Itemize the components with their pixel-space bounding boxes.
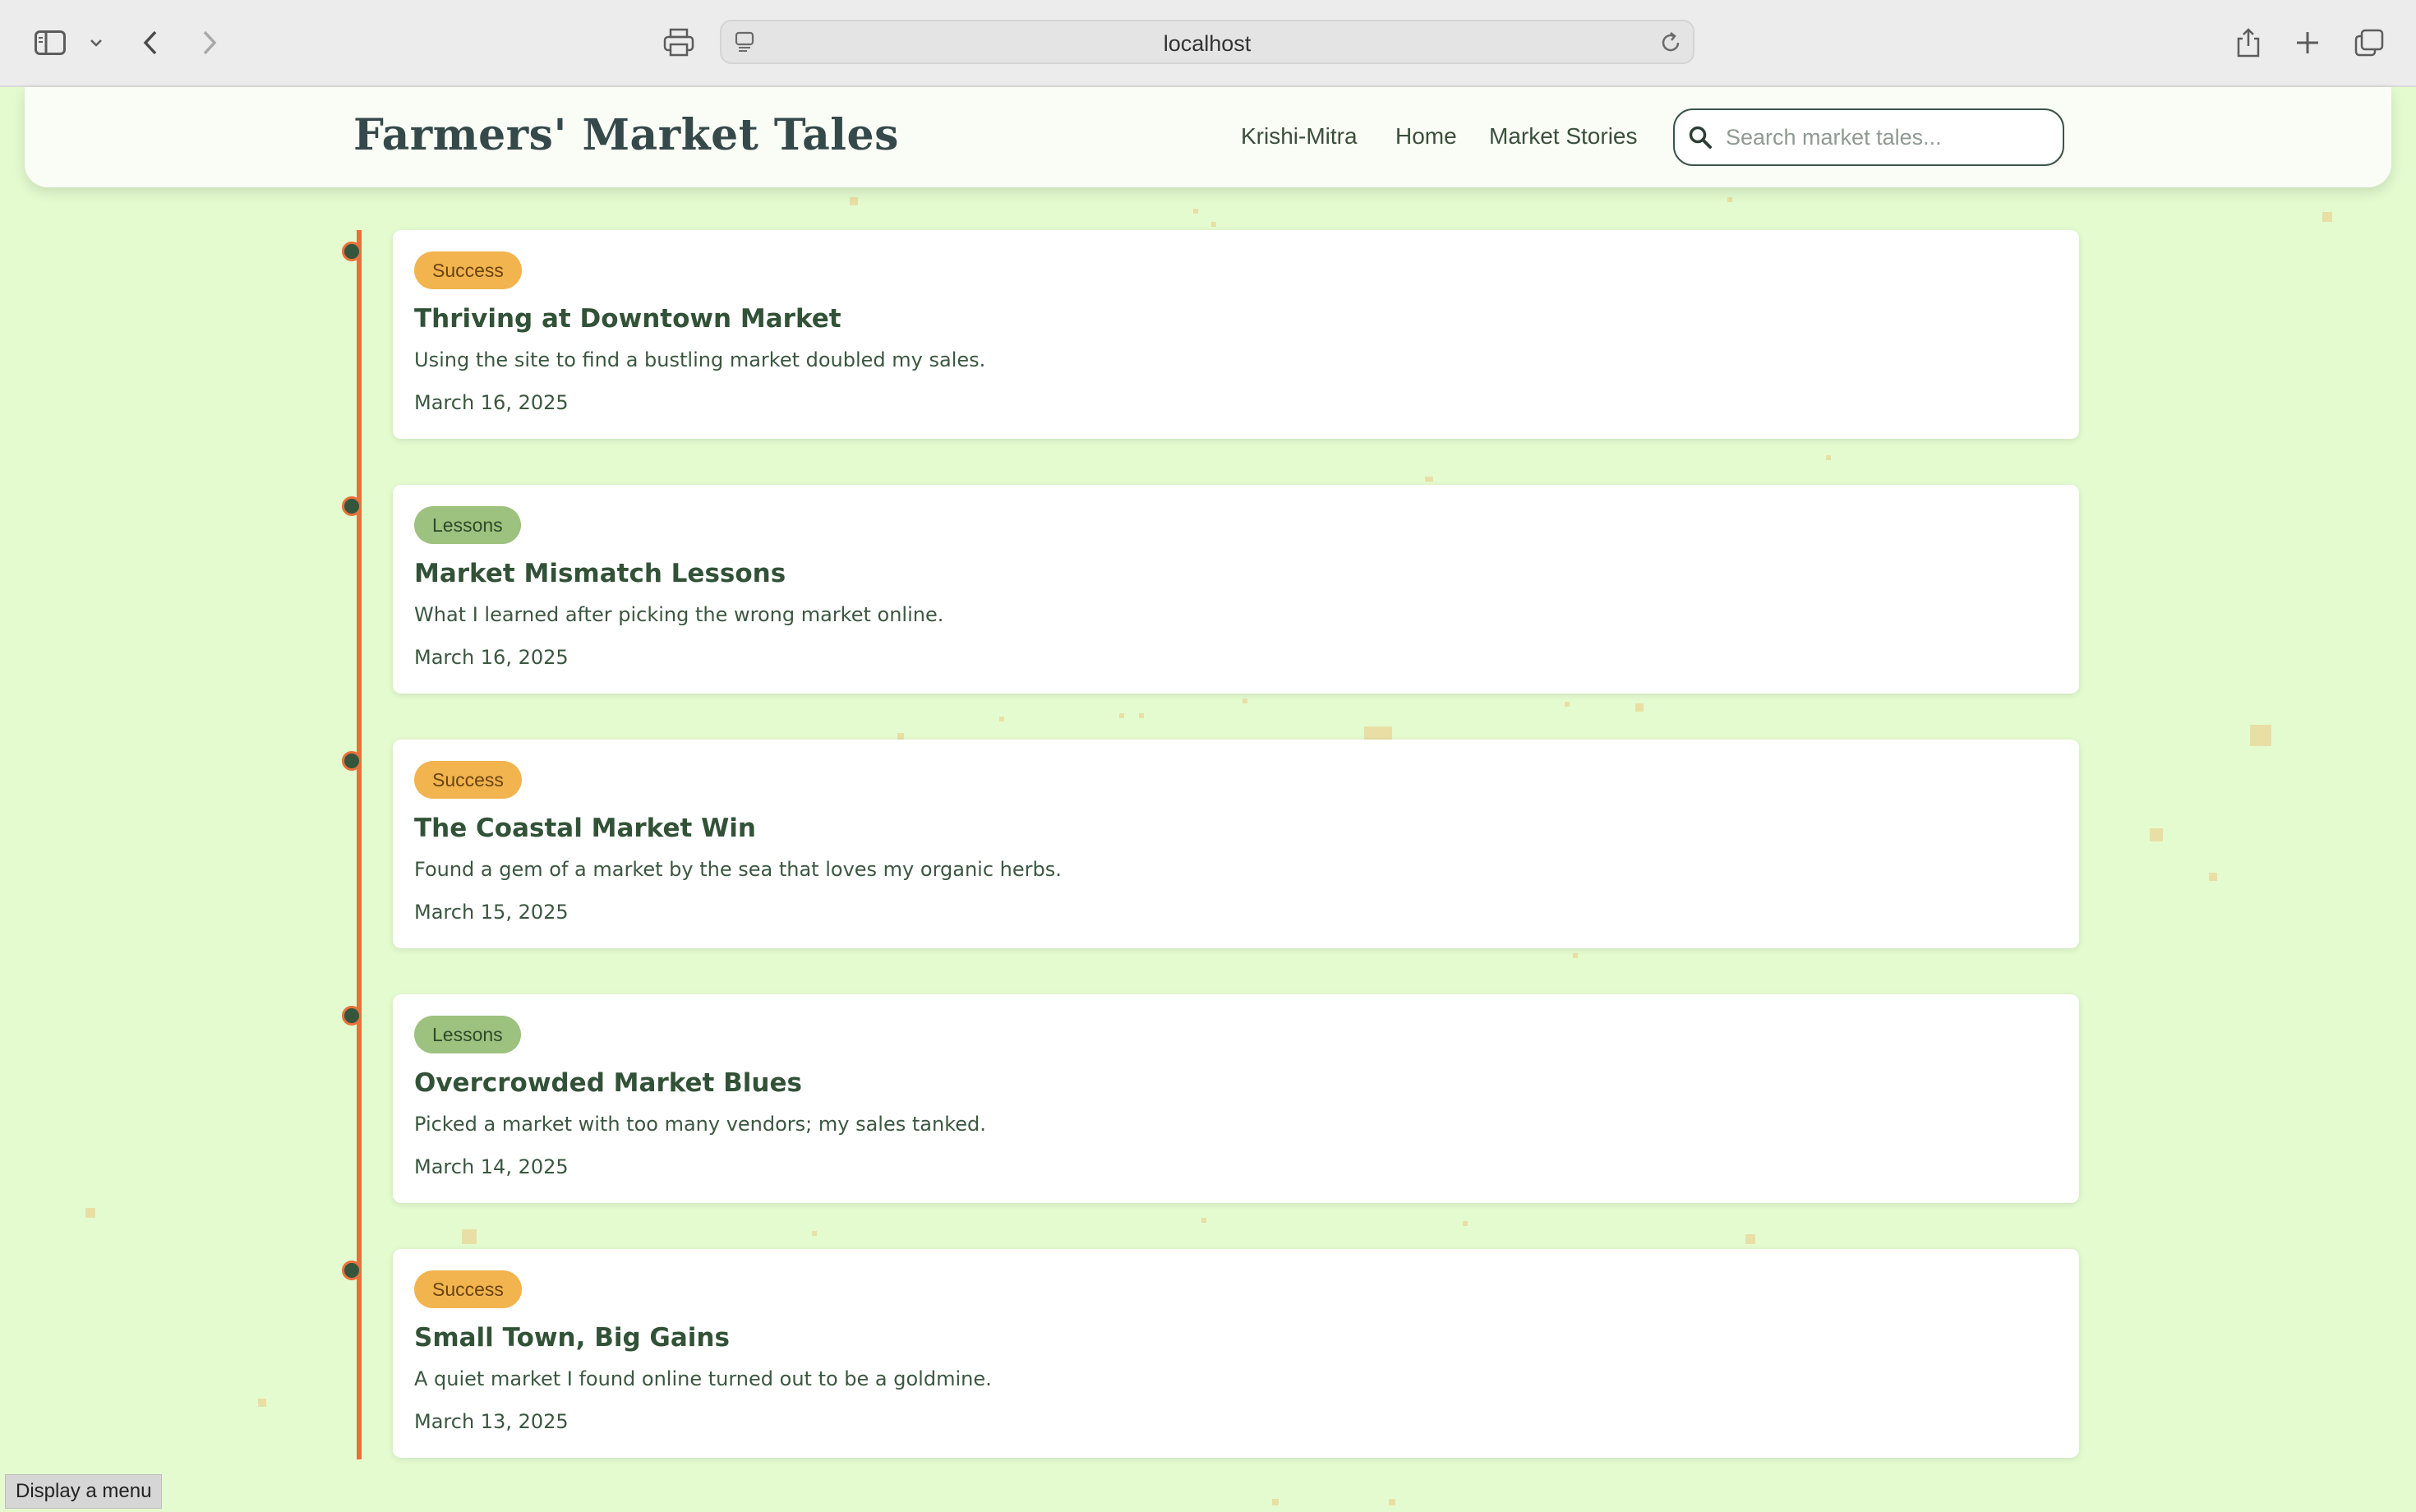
search-icon bbox=[1688, 125, 1713, 153]
background-speck bbox=[1201, 1218, 1206, 1223]
timeline-dot bbox=[342, 496, 362, 516]
story-title[interactable]: Small Town, Big Gains bbox=[414, 1323, 730, 1353]
background-speck bbox=[1119, 713, 1124, 718]
story-tag-badge: Lessons bbox=[414, 1016, 521, 1053]
background-speck bbox=[850, 197, 858, 205]
story-description: Found a gem of a market by the sea that … bbox=[414, 858, 1062, 881]
background-speck bbox=[1565, 702, 1570, 707]
story-title[interactable]: Market Mismatch Lessons bbox=[414, 559, 786, 588]
story-card[interactable]: Lessons Overcrowded Market Blues Picked … bbox=[393, 994, 2079, 1203]
story-date: March 16, 2025 bbox=[414, 646, 569, 669]
nav-link-home[interactable]: Home bbox=[1395, 123, 1457, 150]
background-speck bbox=[258, 1399, 266, 1407]
story-date: March 15, 2025 bbox=[414, 901, 569, 924]
background-speck bbox=[812, 1231, 817, 1236]
site-logo[interactable]: Farmers' Market Tales bbox=[353, 110, 899, 160]
browser-toolbar: localhost bbox=[0, 0, 2416, 87]
background-speck bbox=[1727, 197, 1732, 202]
background-speck bbox=[1389, 1499, 1395, 1505]
chevron-down-icon[interactable] bbox=[85, 23, 107, 62]
story-title[interactable]: Overcrowded Market Blues bbox=[414, 1068, 802, 1098]
background-speck bbox=[1243, 698, 1247, 703]
menu-tooltip: Display a menu bbox=[5, 1474, 163, 1509]
background-speck bbox=[1211, 222, 1216, 227]
story-title[interactable]: Thriving at Downtown Market bbox=[414, 304, 841, 334]
story-tag-badge: Success bbox=[414, 761, 522, 799]
new-tab-icon[interactable] bbox=[2291, 23, 2324, 62]
background-speck bbox=[2322, 212, 2332, 222]
background-speck bbox=[462, 1229, 477, 1244]
sidebar-toggle-icon[interactable] bbox=[31, 23, 69, 62]
site-header: Farmers' Market Tales Krishi-Mitra Home … bbox=[25, 87, 2391, 187]
story-card[interactable]: Success The Coastal Market Win Found a g… bbox=[393, 740, 2079, 948]
story-description: Using the site to find a bustling market… bbox=[414, 348, 986, 371]
story-card[interactable]: Success Small Town, Big Gains A quiet ma… bbox=[393, 1249, 2079, 1458]
background-speck bbox=[1425, 477, 1433, 482]
nav-link-market-stories[interactable]: Market Stories bbox=[1489, 123, 1638, 150]
timeline-dot bbox=[342, 1261, 362, 1280]
story-date: March 14, 2025 bbox=[414, 1155, 569, 1178]
story-description: What I learned after picking the wrong m… bbox=[414, 603, 944, 626]
background-speck bbox=[85, 1208, 95, 1218]
search-box[interactable] bbox=[1673, 108, 2064, 166]
background-speck bbox=[1635, 703, 1644, 712]
timeline-dot bbox=[342, 751, 362, 771]
story-title[interactable]: The Coastal Market Win bbox=[414, 814, 756, 843]
background-speck bbox=[1463, 1221, 1468, 1226]
background-speck bbox=[1826, 455, 1831, 460]
back-icon[interactable] bbox=[136, 23, 164, 62]
url-text: localhost bbox=[1163, 31, 1252, 56]
reload-icon[interactable] bbox=[1660, 31, 1681, 58]
address-bar[interactable]: localhost bbox=[720, 20, 1694, 64]
story-tag-badge: Success bbox=[414, 1270, 522, 1308]
story-date: March 13, 2025 bbox=[414, 1410, 569, 1433]
nav-link-krishi-mitra[interactable]: Krishi-Mitra bbox=[1241, 123, 1358, 150]
background-speck bbox=[2150, 828, 2163, 841]
search-input[interactable] bbox=[1724, 120, 2040, 154]
print-icon[interactable] bbox=[661, 23, 697, 62]
background-speck bbox=[1193, 209, 1198, 214]
story-card[interactable]: Success Thriving at Downtown Market Usin… bbox=[393, 230, 2079, 439]
background-speck bbox=[999, 717, 1004, 721]
forward-icon[interactable] bbox=[196, 23, 224, 62]
background-speck bbox=[1573, 953, 1578, 958]
story-description: Picked a market with too many vendors; m… bbox=[414, 1113, 986, 1136]
timeline-dot bbox=[342, 1006, 362, 1026]
background-speck bbox=[1745, 1234, 1755, 1244]
background-speck bbox=[897, 733, 904, 740]
timeline-dot bbox=[342, 242, 362, 261]
story-date: March 16, 2025 bbox=[414, 391, 569, 414]
story-tag-badge: Lessons bbox=[414, 506, 521, 544]
background-speck bbox=[2209, 873, 2217, 881]
background-speck bbox=[2250, 725, 2271, 746]
story-description: A quiet market I found online turned out… bbox=[414, 1367, 992, 1390]
story-card[interactable]: Lessons Market Mismatch Lessons What I l… bbox=[393, 485, 2079, 694]
background-speck bbox=[1139, 713, 1144, 718]
background-speck bbox=[1272, 1499, 1279, 1505]
tab-overview-icon[interactable] bbox=[2352, 23, 2386, 62]
share-icon[interactable] bbox=[2232, 23, 2265, 62]
story-tag-badge: Success bbox=[414, 251, 522, 289]
